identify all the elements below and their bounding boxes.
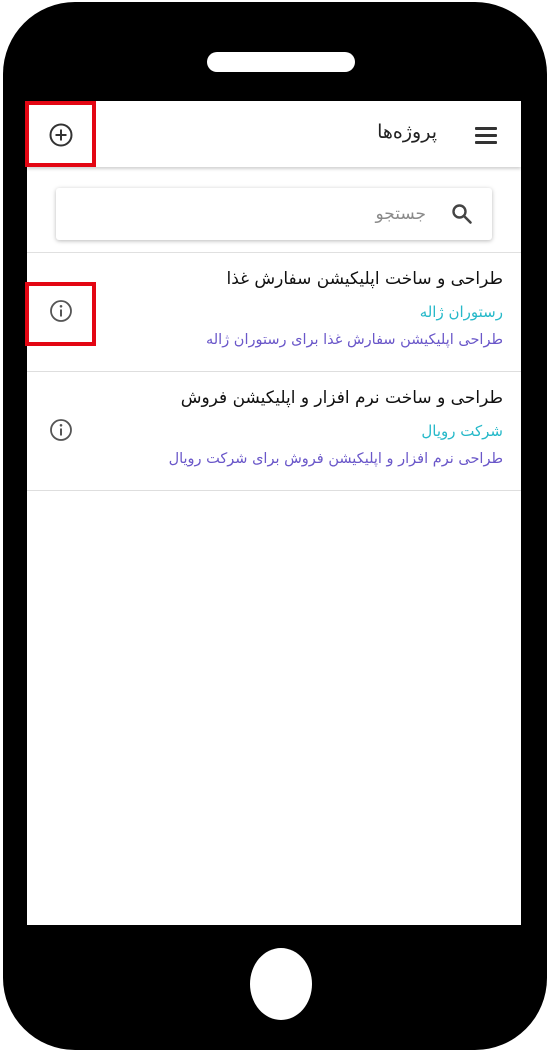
page-title: پروژه‌ها — [377, 121, 437, 143]
project-title: طراحی و ساخت نرم افزار و اپلیکیشن فروش — [180, 388, 503, 408]
project-list-item[interactable]: طراحی و ساخت اپلیکیشن سفارش غذا رستوران … — [27, 253, 521, 372]
project-description: طراحی نرم افزار و اپلیکیشن فروش برای شرک… — [168, 451, 503, 467]
phone-home-button[interactable] — [250, 948, 312, 1020]
project-client: رستوران ژاله — [419, 303, 503, 321]
project-info-button[interactable] — [48, 417, 74, 443]
add-project-button[interactable] — [47, 121, 75, 149]
info-icon — [50, 300, 72, 322]
project-title: طراحی و ساخت اپلیکیشن سفارش غذا — [226, 269, 503, 289]
project-description: طراحی اپلیکیشن سفارش غذا برای رستوران ژا… — [205, 332, 503, 348]
info-icon — [50, 419, 72, 441]
menu-icon — [475, 127, 497, 130]
project-list-item[interactable]: طراحی و ساخت نرم افزار و اپلیکیشن فروش ش… — [27, 372, 521, 491]
add-circle-icon — [49, 123, 73, 147]
search-bar[interactable] — [56, 188, 492, 240]
search-input[interactable] — [126, 200, 426, 228]
app-screen: پروژه‌ها طراحی و ساخت اپلیکیشن سفارش غذا… — [27, 101, 521, 925]
app-bar: پروژه‌ها — [27, 101, 521, 167]
project-info-button[interactable] — [48, 298, 74, 324]
menu-button[interactable] — [471, 121, 501, 149]
project-client: شرکت رویال — [421, 422, 503, 440]
phone-speaker — [207, 52, 355, 72]
search-icon[interactable] — [450, 202, 474, 226]
